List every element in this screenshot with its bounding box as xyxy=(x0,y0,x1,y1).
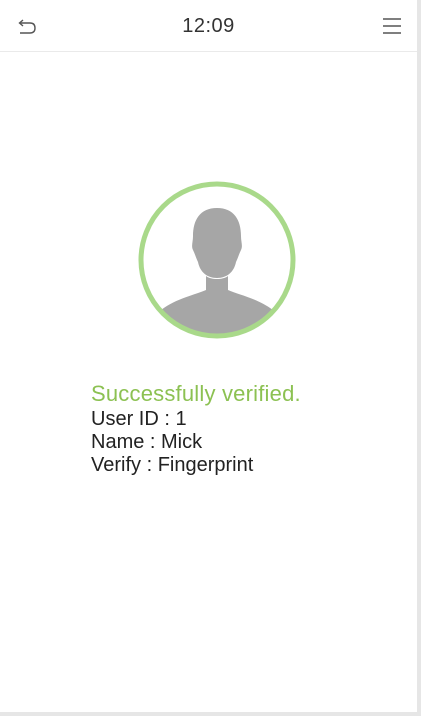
user-silhouette-icon xyxy=(138,181,296,339)
verification-result: Successfully verified. User ID : 1 Name … xyxy=(91,380,401,477)
top-bar: 12:09 xyxy=(0,0,417,52)
hamburger-menu-icon xyxy=(383,18,401,34)
user-avatar xyxy=(137,180,297,340)
user-id-field: User ID : 1 xyxy=(91,408,187,430)
verification-status: Successfully verified. xyxy=(91,381,301,406)
verify-method-field: Verify : Fingerprint xyxy=(91,454,254,476)
user-name-field: Name : Mick xyxy=(91,431,203,453)
clock-time: 12:09 xyxy=(182,15,235,37)
menu-button[interactable] xyxy=(381,15,403,37)
device-screen: 12:09 Successfully verified. User ID: 1… xyxy=(0,0,421,716)
